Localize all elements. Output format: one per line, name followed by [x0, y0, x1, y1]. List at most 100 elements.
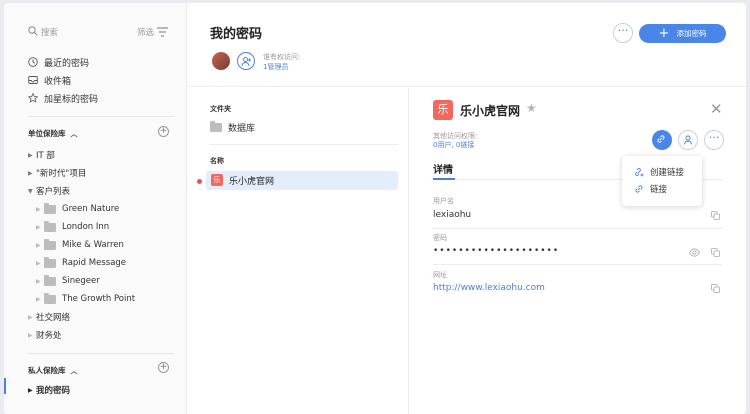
tree-label: Green Nature [62, 204, 120, 214]
tree-folder-item[interactable]: ▶ London Inn [36, 219, 109, 235]
filter-icon[interactable] [157, 27, 168, 37]
more-options-button[interactable]: ··· [704, 130, 724, 150]
menu-item-create-link[interactable]: 创建链接 [634, 165, 684, 179]
tree-item-my-passwords[interactable]: ▶ 我的密码 [28, 382, 70, 398]
url-label: 网址 [433, 271, 447, 279]
divider [433, 264, 722, 265]
tree-item-clients[interactable]: ▼ 客户列表 [28, 183, 70, 199]
clock-icon [28, 57, 38, 67]
tree-label: 我的密码 [36, 386, 71, 396]
divider [210, 144, 398, 145]
private-vault-header[interactable]: 私人保险库 ︿ [28, 365, 78, 376]
divider [28, 353, 174, 354]
access-label: 谁有权访问: [263, 53, 301, 61]
detail-panel: 乐 乐小虎官网 ★ ✕ 其他访问权限: 0用户, 0链接 ··· 详情 用户名 … [410, 88, 746, 414]
copy-icon[interactable] [711, 248, 720, 257]
caret-right-icon[interactable]: ▶ [28, 170, 36, 177]
search-bar[interactable]: 搜索 筛选 [28, 25, 168, 39]
tree-folder-item[interactable]: ▶ Rapid Message [36, 255, 126, 271]
folder-label: 数据库 [228, 123, 256, 134]
tree-folder-item[interactable]: ▶ Sinegeer [36, 273, 100, 289]
search-input[interactable]: 搜索 [41, 26, 58, 38]
nav-label: 加星标的密码 [44, 94, 99, 105]
caret-right-icon[interactable]: ▶ [28, 314, 36, 321]
app-window: 搜索 筛选 最近的密码 收件箱 加星标的密码 单位保险库 ︿ + ▶ IT 部 … [4, 3, 746, 414]
username-label: 用户名 [433, 197, 454, 205]
add-user-icon [241, 57, 251, 67]
nav-inbox[interactable]: 收件箱 [28, 72, 71, 88]
caret-right-icon[interactable]: ▶ [36, 206, 44, 213]
password-label: 密码 [433, 234, 447, 242]
avatar[interactable] [212, 52, 230, 70]
filter-label[interactable]: 筛选 [137, 26, 154, 38]
copy-icon[interactable] [711, 211, 720, 220]
caret-down-icon[interactable]: ▼ [28, 188, 36, 195]
share-link-button[interactable] [652, 130, 672, 150]
tree-folder-item[interactable]: ▶ Mike & Warren [36, 237, 124, 253]
folder-icon [44, 238, 56, 250]
caret-right-icon[interactable]: ▶ [36, 224, 44, 231]
caret-right-icon[interactable]: ▶ [28, 332, 36, 339]
tree-folder-item[interactable]: ▶ The Growth Point [36, 291, 135, 307]
tree-label: London Inn [62, 222, 110, 232]
caret-right-icon[interactable]: ▶ [36, 296, 44, 303]
item-label: 乐小虎官网 [229, 177, 275, 187]
folder-icon [44, 202, 56, 214]
menu-label: 创建链接 [650, 168, 685, 178]
folder-icon [44, 256, 56, 268]
main-header: 我的密码 谁有权访问: 1管理员 ··· + 添加密码 [188, 3, 746, 87]
plus-icon: + [658, 25, 670, 41]
url-link[interactable]: http://www.lexiaohu.com [433, 283, 545, 293]
folder-column-header: 文件夹 [210, 105, 231, 113]
nav-label: 最近的密码 [44, 58, 90, 69]
search-icon [28, 26, 38, 36]
access-value-link[interactable]: 1管理员 [263, 62, 288, 72]
copy-icon[interactable] [711, 284, 720, 293]
tree-item-project[interactable]: ▶ "新时代"项目 [28, 165, 86, 181]
org-vault-header[interactable]: 单位保险库 ︿ [28, 128, 78, 139]
detail-title: 乐小虎官网 [460, 104, 521, 118]
eye-icon[interactable] [689, 248, 700, 257]
password-value[interactable]: •••••••••••••••••••• [433, 246, 559, 256]
other-access-link[interactable]: 0用户, 0链接 [433, 140, 474, 150]
section-title: 单位保险库 [28, 129, 66, 138]
add-password-button[interactable]: + 添加密码 [639, 24, 726, 43]
add-folder-icon[interactable]: + [158, 362, 169, 373]
tree-item-it[interactable]: ▶ IT 部 [28, 147, 55, 163]
folder-icon [44, 292, 56, 304]
add-folder-icon[interactable]: + [158, 126, 169, 137]
nav-starred-passwords[interactable]: 加星标的密码 [28, 90, 98, 106]
share-user-button[interactable] [678, 130, 698, 150]
inbox-icon [28, 76, 38, 84]
share-popup-menu: 创建链接 链接 [622, 156, 702, 206]
tree-item-social[interactable]: ▶ 社交网络 [28, 309, 70, 325]
star-icon[interactable]: ★ [526, 101, 537, 115]
caret-right-icon[interactable]: ▶ [36, 278, 44, 285]
add-password-label: 添加密码 [676, 29, 707, 38]
username-value[interactable]: lexiaohu [433, 210, 471, 220]
password-row-selected[interactable]: 乐 乐小虎官网 [206, 171, 398, 190]
close-icon[interactable]: ✕ [710, 102, 723, 117]
menu-item-links[interactable]: 链接 [634, 182, 667, 196]
menu-label: 链接 [650, 185, 668, 195]
chevron-up-icon[interactable]: ︿ [71, 129, 78, 139]
tree-label: 财务处 [36, 331, 62, 341]
caret-right-icon[interactable]: ▶ [28, 387, 36, 394]
caret-right-icon[interactable]: ▶ [36, 242, 44, 249]
tree-folder-item[interactable]: ▶ Green Nature [36, 201, 119, 217]
tree-item-finance[interactable]: ▶ 财务处 [28, 327, 62, 343]
folder-row[interactable]: 数据库 [210, 119, 255, 135]
add-user-button[interactable] [237, 52, 255, 70]
page-title: 我的密码 [210, 27, 263, 42]
section-title: 私人保险库 [28, 366, 66, 375]
tree-label: The Growth Point [62, 294, 136, 304]
more-options-button[interactable]: ··· [613, 23, 633, 43]
caret-right-icon[interactable]: ▶ [36, 260, 44, 267]
star-icon [28, 93, 38, 103]
tab-details[interactable]: 详情 [433, 161, 453, 176]
nav-recent-passwords[interactable]: 最近的密码 [28, 54, 89, 70]
divider [28, 116, 174, 117]
caret-right-icon[interactable]: ▶ [28, 152, 36, 159]
chevron-up-icon[interactable]: ︿ [71, 366, 78, 376]
tree-label: 社交网络 [36, 313, 71, 323]
